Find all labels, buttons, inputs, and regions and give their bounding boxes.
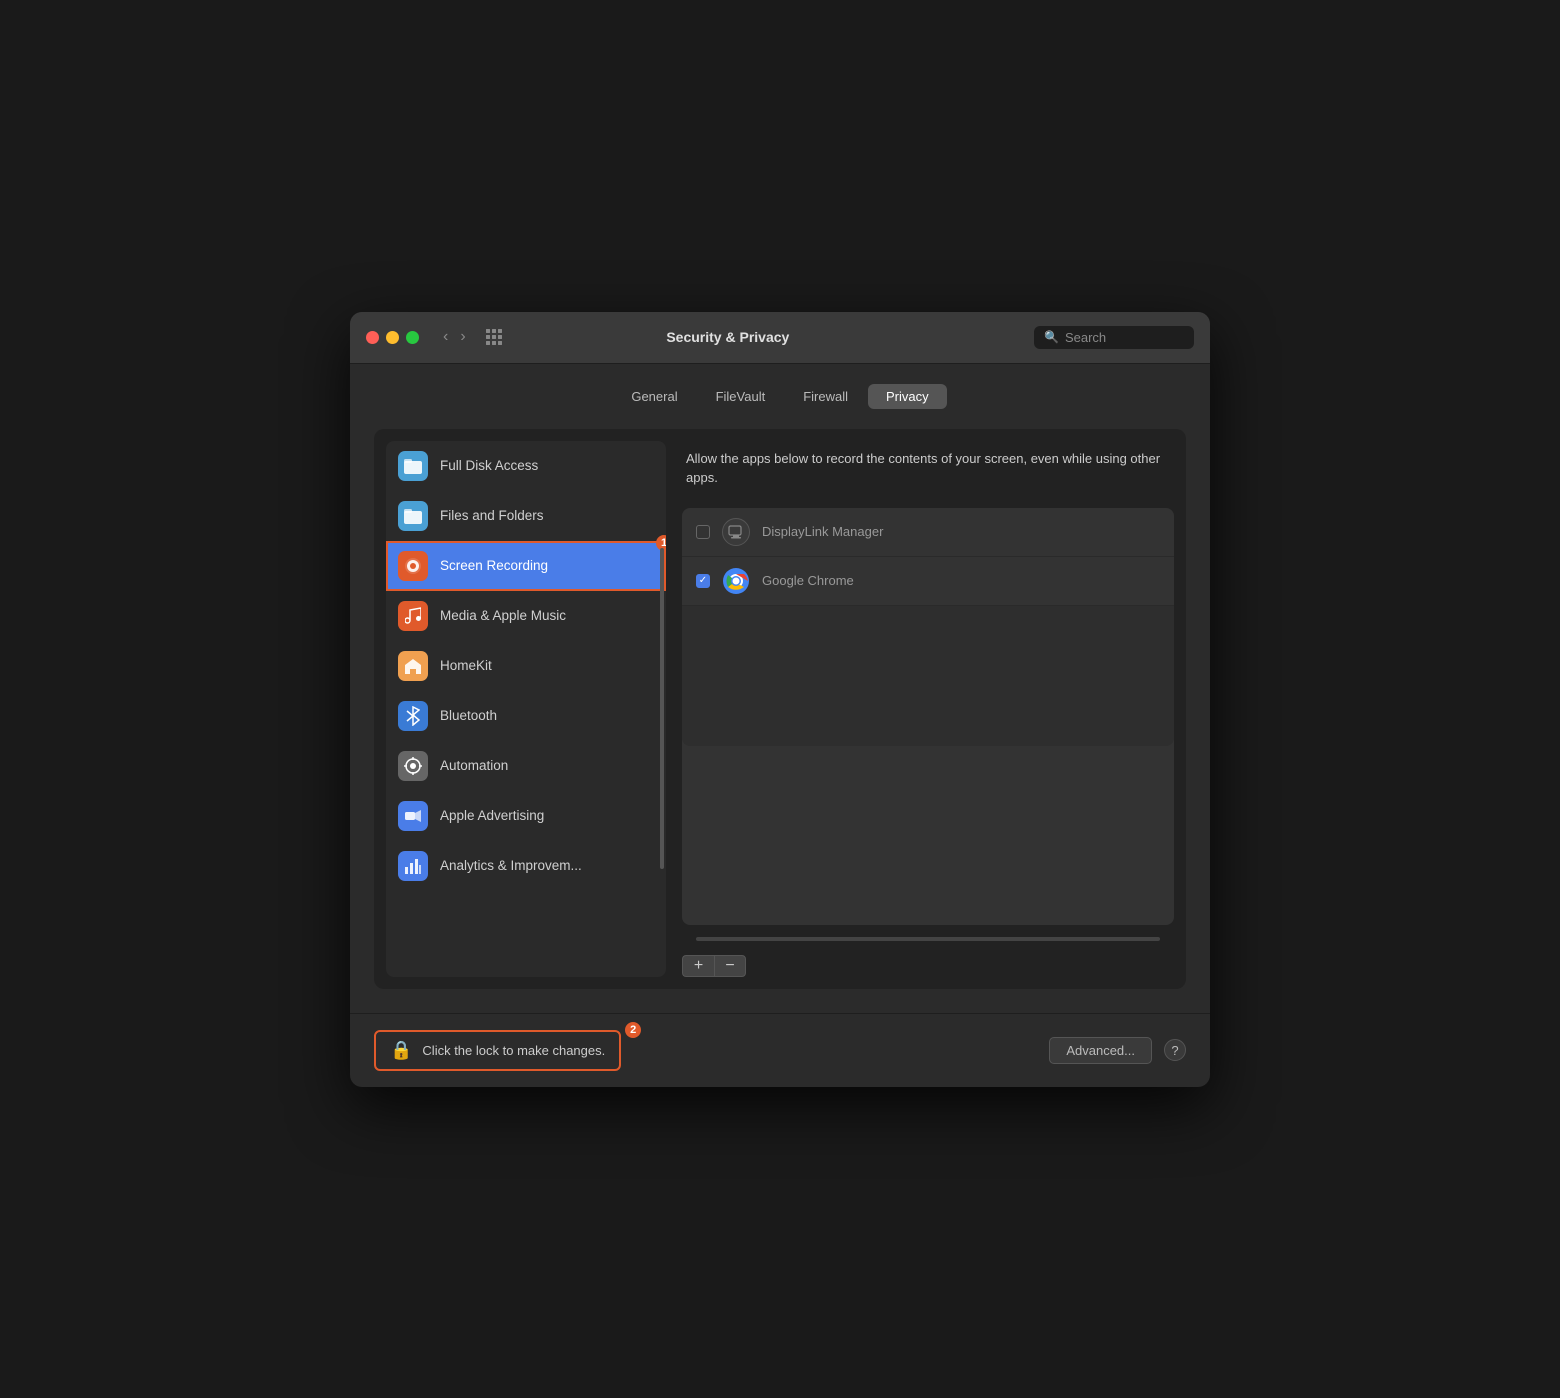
sidebar-item-homekit[interactable]: HomeKit <box>386 641 666 691</box>
checkmark-icon: ✓ <box>699 576 707 586</box>
close-button[interactable] <box>366 331 379 344</box>
folder-icon <box>398 501 428 531</box>
advertising-icon <box>398 801 428 831</box>
remove-app-button[interactable]: − <box>714 955 746 977</box>
traffic-lights <box>366 331 419 344</box>
maximize-button[interactable] <box>406 331 419 344</box>
lock-button[interactable]: 🔒 Click the lock to make changes. <box>374 1030 621 1071</box>
search-box[interactable]: 🔍 Search <box>1034 326 1194 349</box>
lock-label: Click the lock to make changes. <box>422 1043 605 1058</box>
sidebar-item-analytics[interactable]: Analytics & Improvem... <box>386 841 666 891</box>
sidebar-item-apple-advertising[interactable]: Apple Advertising <box>386 791 666 841</box>
right-panel: Allow the apps below to record the conte… <box>682 441 1174 977</box>
content-area: General FileVault Firewall Privacy Full … <box>350 364 1210 1013</box>
music-icon <box>398 601 428 631</box>
add-remove-buttons: + − <box>682 955 1174 977</box>
displaylink-app-name: DisplayLink Manager <box>762 524 883 539</box>
lock-icon: 🔒 <box>390 1040 412 1061</box>
add-app-button[interactable]: + <box>682 955 714 977</box>
chrome-app-icon <box>722 567 750 595</box>
chrome-checkbox[interactable]: ✓ <box>696 574 710 588</box>
sidebar-label-homekit: HomeKit <box>440 658 492 673</box>
search-input[interactable]: Search <box>1065 330 1106 345</box>
bottom-bar: 🔒 Click the lock to make changes. 2 Adva… <box>350 1013 1210 1087</box>
displaylink-checkbox[interactable] <box>696 525 710 539</box>
displaylink-app-icon <box>722 518 750 546</box>
sidebar-label-bluetooth: Bluetooth <box>440 708 497 723</box>
annotation-badge-2: 2 <box>625 1022 641 1038</box>
search-icon: 🔍 <box>1044 330 1059 344</box>
folder-icon <box>398 451 428 481</box>
window-title: Security & Privacy <box>434 329 1022 345</box>
sidebar-item-bluetooth[interactable]: Bluetooth <box>386 691 666 741</box>
app-row-chrome: ✓ <box>682 557 1174 606</box>
chrome-app-name: Google Chrome <box>762 573 854 588</box>
analytics-icon <box>398 851 428 881</box>
advanced-button[interactable]: Advanced... <box>1049 1037 1152 1064</box>
automation-icon <box>398 751 428 781</box>
titlebar: ‹ › Security & Privacy 🔍 Search <box>350 312 1210 364</box>
sidebar: Full Disk Access Files and Folders <box>386 441 666 977</box>
sidebar-item-automation[interactable]: Automation <box>386 741 666 791</box>
tab-privacy[interactable]: Privacy <box>868 384 947 409</box>
help-button[interactable]: ? <box>1164 1039 1186 1061</box>
sidebar-item-full-disk-access[interactable]: Full Disk Access <box>386 441 666 491</box>
tabs-bar: General FileVault Firewall Privacy <box>374 384 1186 409</box>
main-panel: Full Disk Access Files and Folders <box>374 429 1186 989</box>
bluetooth-icon <box>398 701 428 731</box>
scrollbar[interactable] <box>660 548 664 870</box>
sidebar-label-screen-recording: Screen Recording <box>440 558 548 573</box>
minimize-button[interactable] <box>386 331 399 344</box>
main-window: ‹ › Security & Privacy 🔍 Search General … <box>350 312 1210 1087</box>
apps-list: DisplayLink Manager ✓ <box>682 508 1174 925</box>
scroll-indicator <box>696 937 1160 941</box>
tab-general[interactable]: General <box>613 384 695 409</box>
sidebar-item-screen-recording[interactable]: Screen Recording 1 <box>386 541 666 591</box>
sidebar-item-media-apple-music[interactable]: Media & Apple Music <box>386 591 666 641</box>
sidebar-label-media-apple-music: Media & Apple Music <box>440 608 566 623</box>
tab-filevault[interactable]: FileVault <box>698 384 784 409</box>
tab-firewall[interactable]: Firewall <box>785 384 866 409</box>
sidebar-label-automation: Automation <box>440 758 508 773</box>
sidebar-label-full-disk-access: Full Disk Access <box>440 458 538 473</box>
sidebar-label-analytics: Analytics & Improvem... <box>440 858 582 873</box>
empty-apps-area <box>682 606 1174 746</box>
sidebar-label-files-and-folders: Files and Folders <box>440 508 544 523</box>
record-icon <box>398 551 428 581</box>
sidebar-label-apple-advertising: Apple Advertising <box>440 808 544 823</box>
description-text: Allow the apps below to record the conte… <box>682 441 1174 496</box>
app-row-displaylink: DisplayLink Manager <box>682 508 1174 557</box>
sidebar-item-files-and-folders[interactable]: Files and Folders <box>386 491 666 541</box>
homekit-icon <box>398 651 428 681</box>
